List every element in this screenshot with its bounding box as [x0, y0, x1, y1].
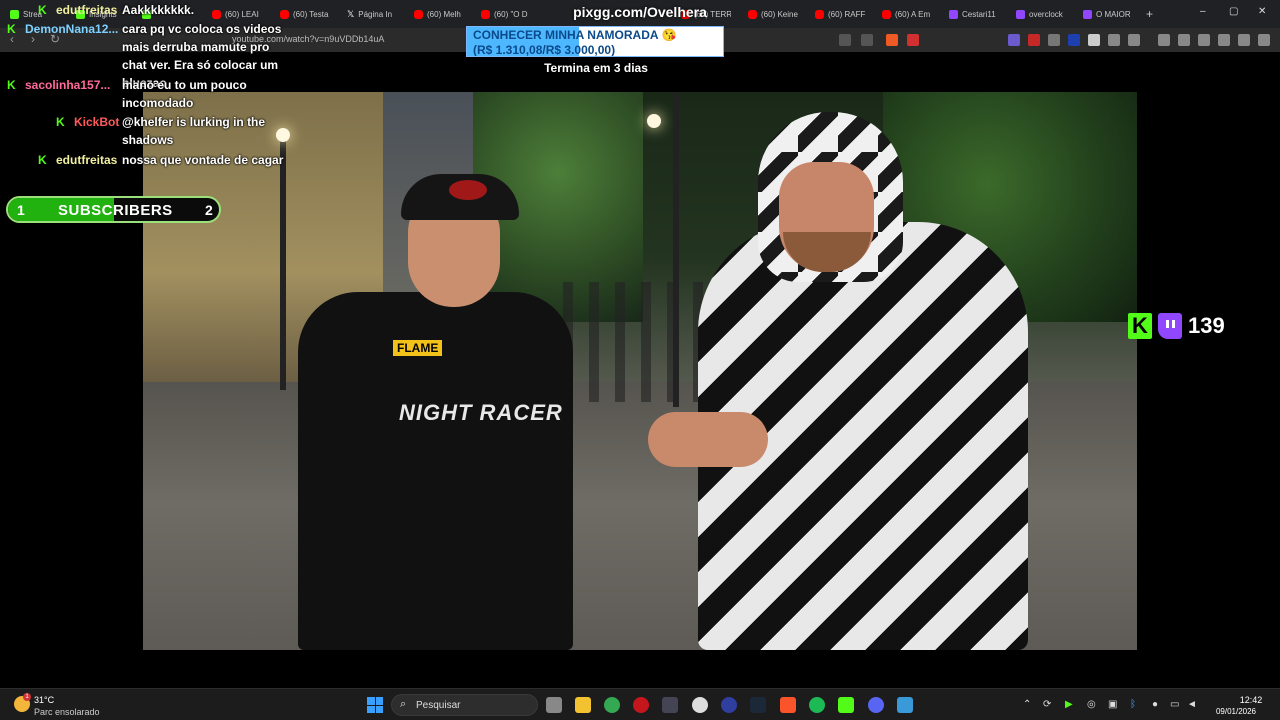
chat-message: @khelfer is lurking in the shadows: [122, 115, 266, 147]
task-view-icon[interactable]: [546, 697, 562, 713]
opera-icon[interactable]: [633, 697, 649, 713]
kick-logo-icon: K: [1128, 313, 1152, 339]
kick-icon: K: [38, 3, 47, 17]
screenshot-icon[interactable]: [1128, 34, 1140, 46]
video-person: NIGHT RACER: [399, 400, 563, 425]
settings-icon[interactable]: ◎: [1087, 699, 1096, 710]
sidebar-icon[interactable]: [1178, 34, 1190, 46]
chat-username: KickBot: [74, 115, 120, 129]
network-icon[interactable]: ▭: [1170, 699, 1179, 710]
spotify-icon[interactable]: [809, 697, 825, 713]
sync-icon[interactable]: ⟳: [1043, 699, 1051, 710]
kick-icon[interactable]: [838, 697, 854, 713]
extension-icon[interactable]: [1068, 34, 1080, 46]
play-icon[interactable]: ▶: [1065, 699, 1073, 710]
bluetooth-icon[interactable]: ᛒ: [1130, 699, 1136, 710]
viewer-count: 139: [1188, 313, 1225, 338]
chrome-icon[interactable]: [604, 697, 620, 713]
chat-username: sacolinha157...: [25, 78, 111, 92]
vpn-icon[interactable]: [1238, 34, 1250, 46]
video-background: [280, 132, 286, 390]
subscriber-label: SUBSCRIBERS: [58, 202, 173, 219]
subscriber-goal-bar: 1 SUBSCRIBERS 2: [6, 196, 221, 223]
ai-icon[interactable]: [1218, 34, 1230, 46]
menu-icon[interactable]: [1258, 34, 1270, 46]
extension-icon[interactable]: [1048, 34, 1060, 46]
kick-icon: K: [56, 115, 65, 129]
search-placeholder: Pesquisar: [416, 700, 461, 711]
extension-icon[interactable]: [1008, 34, 1020, 46]
chat-message: mano eu to um pouco incomodado: [122, 78, 247, 110]
brave-rewards-icon[interactable]: [907, 34, 919, 46]
media-icon[interactable]: [1158, 34, 1170, 46]
start-button[interactable]: [367, 697, 383, 713]
microphone-icon[interactable]: ●: [1152, 699, 1158, 710]
video-person: [648, 412, 768, 467]
video-person: [449, 180, 487, 200]
twitch-logo-icon: [1158, 313, 1182, 339]
cast-icon[interactable]: [839, 34, 851, 46]
chat-username: DemonNana12...: [25, 22, 119, 36]
volume-icon[interactable]: ◄: [1187, 699, 1197, 710]
extension-icon[interactable]: [1028, 34, 1040, 46]
donation-goal: CONHECER MINHA NAMORADA 😘 (R$ 1.310,08/R…: [466, 26, 724, 57]
notification-badge: 1: [23, 693, 31, 701]
goal-amount: (R$ 1.310,08/R$ 3.000,00): [473, 43, 616, 57]
video-background: [647, 114, 661, 128]
file-explorer-icon[interactable]: [575, 697, 591, 713]
kick-icon: K: [7, 22, 16, 36]
taskbar: 1 31°C Parc ensolarado ⌕ Pesquisar ⌃ ⟳ ▶…: [0, 688, 1280, 720]
clock-time[interactable]: 12:42: [1226, 695, 1276, 705]
subscriber-current: 1: [17, 202, 25, 218]
extensions-puzzle-icon[interactable]: [1108, 34, 1120, 46]
video-person: FLAME: [393, 340, 443, 356]
app-icon[interactable]: [662, 697, 678, 713]
chatgpt-icon[interactable]: [692, 697, 708, 713]
chat-message: nossa que vontade de cagar: [122, 153, 284, 167]
app-icon[interactable]: [721, 697, 737, 713]
chat-username: edutfreitas: [56, 153, 118, 167]
weather-temperature[interactable]: 31°C: [34, 695, 54, 705]
chevron-up-icon[interactable]: ⌃: [1023, 699, 1031, 710]
brave-shields-icon[interactable]: [886, 34, 898, 46]
wallet-icon[interactable]: [1198, 34, 1210, 46]
steam-icon[interactable]: [750, 697, 766, 713]
chat-username: edutfreitas: [56, 3, 118, 17]
goal-title: CONHECER MINHA NAMORADA 😘: [473, 28, 677, 42]
taskbar-search[interactable]: ⌕ Pesquisar: [391, 694, 538, 716]
search-icon: ⌕: [400, 698, 407, 710]
viewer-counter: K 139: [1128, 313, 1225, 339]
subscriber-target: 2: [205, 202, 213, 218]
share-icon[interactable]: [861, 34, 873, 46]
clock-date[interactable]: 09/01/2026: [1206, 707, 1256, 716]
brave-icon[interactable]: [780, 697, 796, 713]
weather-description[interactable]: Parc ensolarado: [34, 707, 100, 717]
extension-icon[interactable]: [1088, 34, 1100, 46]
app-tray-icon[interactable]: ▣: [1108, 699, 1117, 710]
chat-message: Aakkkkkkkk.: [122, 3, 195, 17]
discord-icon[interactable]: [868, 697, 884, 713]
kick-icon: K: [7, 78, 16, 92]
video-player[interactable]: FLAME NIGHT RACER: [143, 92, 1137, 650]
kick-icon: K: [38, 153, 47, 167]
notepad-icon[interactable]: [897, 697, 913, 713]
